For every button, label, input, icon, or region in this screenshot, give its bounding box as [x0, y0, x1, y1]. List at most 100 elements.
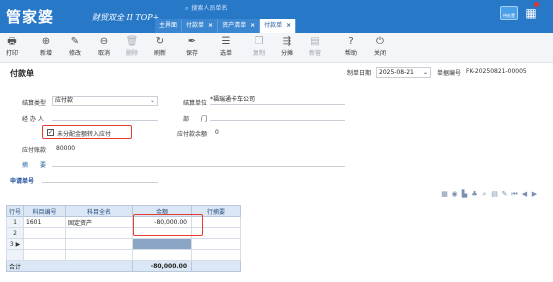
amount-highlight: [133, 214, 203, 236]
app-header: 管家婆 财贸双全 II TOP+ ⌕ 搜索人员单名 主界面 付款单 × 资产清单 × …: [0, 0, 553, 33]
grid-icon[interactable]: ▦: [440, 190, 449, 199]
col-header-account-code[interactable]: 科目编号: [23, 205, 66, 217]
pen-icon: ✒: [187, 36, 197, 47]
detail-grid: 行号 科目编号 科目全名 金额 行摘要 1 1601 固定资产 -80,000.…: [6, 205, 241, 272]
account-name-cell[interactable]: [65, 227, 133, 239]
checkbox-box[interactable]: ✓: [47, 129, 54, 136]
tab-payment-active[interactable]: 付款单 ×: [260, 19, 297, 33]
close-icon[interactable]: ×: [250, 22, 255, 29]
transfer-unallocated-checkbox[interactable]: ✓ 未分配金额转入应付: [42, 125, 132, 139]
dept-label: 部 门: [183, 116, 208, 123]
table-row[interactable]: 3 ▶: [6, 238, 241, 250]
doc-date-label: 制单日期: [347, 70, 372, 77]
edit-icon[interactable]: ✎: [500, 190, 509, 199]
dept-field[interactable]: [210, 112, 345, 121]
chart-icon[interactable]: ▙: [460, 190, 469, 199]
col-header-row-no[interactable]: 行号: [6, 205, 24, 217]
delete-button[interactable]: 🗑 删除: [124, 36, 140, 57]
edit-button[interactable]: ✎ 修改: [67, 36, 83, 57]
total-label: 合计: [6, 260, 133, 272]
search-icon[interactable]: ⌕: [480, 190, 489, 199]
next-icon[interactable]: ▶: [530, 190, 539, 199]
help-icon: ?: [348, 36, 354, 47]
tab-label: 主界面: [159, 22, 178, 29]
tab-bar: 主界面 付款单 × 资产清单 × 付款单 ×: [155, 19, 297, 33]
toolbar-label: 取消: [97, 50, 110, 57]
app-logo-subtitle: 财贸双全 II TOP+: [92, 13, 160, 22]
tab-label: 付款单: [186, 22, 205, 29]
refresh-button[interactable]: ↻ 刷新: [152, 36, 168, 57]
select-icon: ☰: [221, 36, 231, 47]
prev-icon[interactable]: ◀: [520, 190, 529, 199]
help-button[interactable]: ? 帮助: [343, 36, 359, 57]
payable-balance-value: 0: [215, 129, 219, 136]
request-no-field[interactable]: [42, 174, 158, 183]
pending-button[interactable]: 待处置: [500, 6, 518, 20]
row-number: 1: [6, 216, 24, 228]
settle-type-select[interactable]: 应付款 ⌄: [52, 96, 158, 106]
account-code-cell[interactable]: 1601: [23, 216, 66, 228]
chevron-down-icon: ⌄: [422, 69, 428, 76]
doc-date-field[interactable]: 2025-08-21 ⌄: [376, 67, 431, 78]
toolbar-label: 关闭: [373, 50, 386, 57]
amount-cell[interactable]: [132, 238, 192, 250]
save-button[interactable]: ✒ 保存: [183, 36, 201, 57]
plus-circle-icon: ⊕: [41, 36, 51, 47]
tab-asset-list[interactable]: 资产清单 ×: [218, 19, 261, 33]
doc-icon[interactable]: ▤: [490, 190, 499, 199]
settle-unit-field[interactable]: *福瑞通卡车公司: [210, 96, 345, 105]
search-placeholder: 搜索人员单名: [191, 5, 228, 12]
row-number: 2: [6, 227, 24, 239]
tab-home[interactable]: 主界面: [155, 19, 183, 33]
settle-type-label: 结算类型: [22, 100, 47, 107]
account-name-cell[interactable]: [65, 238, 133, 250]
payable-balance-label: 应付款余额: [177, 131, 208, 138]
toolbar-label: 保存: [185, 50, 198, 57]
checkbox-label: 未分配金额转入应付: [57, 131, 112, 138]
trash-icon: 🗑: [125, 36, 139, 47]
close-icon[interactable]: ×: [208, 22, 213, 29]
handler-field[interactable]: [52, 112, 158, 121]
row-number-text: 3: [9, 240, 14, 248]
toolbar-label: 新营: [308, 50, 321, 57]
allocate-button[interactable]: ⇶ 分摊: [279, 36, 295, 57]
account-code-cell[interactable]: [23, 238, 66, 250]
tab-payment-1[interactable]: 付款单 ×: [182, 19, 219, 33]
first-icon[interactable]: ⏮: [510, 190, 519, 199]
copy-button[interactable]: ❐ 复制: [251, 36, 267, 57]
memo-cell[interactable]: [191, 238, 241, 250]
close-button[interactable]: ⏻ 关闭: [372, 36, 388, 57]
refresh-icon: ↻: [155, 36, 165, 47]
table-row[interactable]: 2: [6, 227, 241, 239]
toolbar-label: 选单: [219, 50, 232, 57]
search-icon: ⌕: [185, 5, 189, 12]
select-order-button[interactable]: ☰ 选单: [218, 36, 234, 57]
new-button[interactable]: ⊕ 新增: [38, 36, 54, 57]
cancel-button[interactable]: ⊖ 取消: [96, 36, 112, 57]
toolbar-label: 新增: [39, 50, 52, 57]
table-row-empty: [6, 249, 241, 261]
payable-amount-label: 应付账款: [22, 147, 47, 154]
summary-field[interactable]: [52, 158, 345, 167]
toolbar: 🖶 打印 ⊕ 新增 ✎ 修改 ⊖ 取消 🗑 删除 ↻ 刷新 ✒ 保存 ☰ 选单 ❐ 复制 ⇶ 分摊 …: [0, 33, 553, 63]
doc-no-value: FK-20250821-00005: [466, 68, 527, 75]
tree-icon[interactable]: ♣: [470, 190, 479, 199]
grid-toolbar: ▦ ◉ ▙ ♣ ⌕ ▤ ✎ ⏮ ◀ ▶: [440, 190, 540, 199]
account-code-cell[interactable]: [23, 227, 66, 239]
search-box[interactable]: ⌕ 搜索人员单名: [185, 3, 265, 13]
toolbar-label: 修改: [68, 50, 81, 57]
table-row[interactable]: 1 1601 固定资产 -80,000.00: [6, 216, 241, 228]
doc-icon: ▤: [310, 36, 320, 47]
printer-icon: 🖶: [7, 36, 17, 47]
eye-icon[interactable]: ◉: [450, 190, 459, 199]
close-icon[interactable]: ×: [286, 22, 291, 29]
print-button[interactable]: 🖶 打印: [4, 36, 20, 57]
toolbar-label: 帮助: [344, 50, 357, 57]
account-name-cell[interactable]: 固定资产: [65, 216, 133, 228]
col-header-account-name[interactable]: 科目全名: [65, 205, 133, 217]
new-doc-button[interactable]: ▤ 新营: [307, 36, 323, 57]
settle-type-value: 应付款: [55, 97, 74, 104]
toolbar-label: 分摊: [280, 50, 293, 57]
pending-label: 待处置: [503, 13, 515, 18]
calendar-icon[interactable]: ▦: [523, 5, 539, 21]
